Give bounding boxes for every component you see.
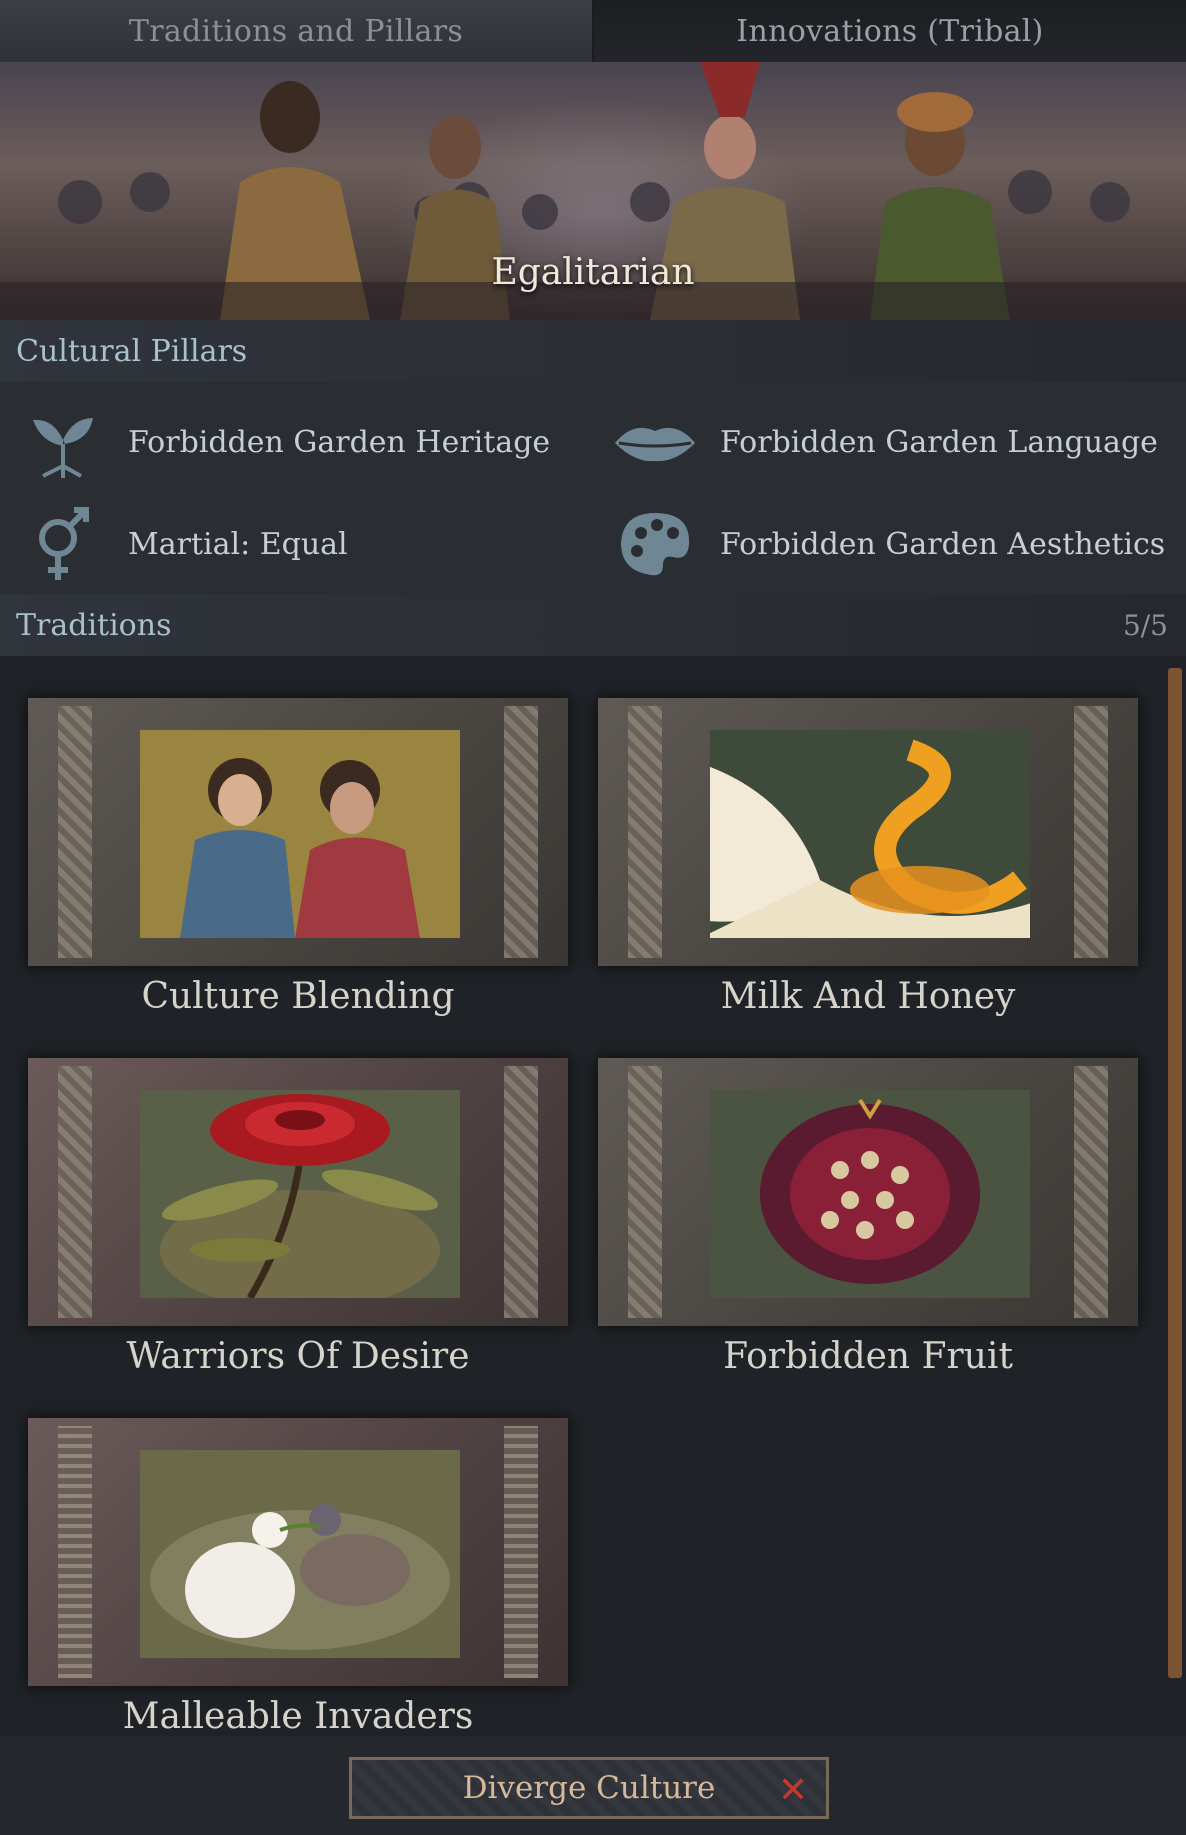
pillar-aesthetics[interactable]: Forbidden Garden Aesthetics [610, 504, 1165, 584]
diverge-culture-button[interactable]: Diverge Culture ✕ [349, 1757, 829, 1819]
traditions-grid[interactable]: Culture Blending Milk And Honey Warriors… [0, 656, 1186, 1736]
close-x-icon: ✕ [777, 1770, 808, 1811]
malleable-invaders-art [140, 1450, 460, 1658]
pillar-martial-label: Martial: Equal [128, 526, 348, 562]
tradition-name: Malleable Invaders [122, 1696, 474, 1736]
traditions-count: 5/5 [1122, 608, 1168, 642]
pillar-martial[interactable]: Martial: Equal [18, 504, 348, 584]
pillar-language-label: Forbidden Garden Language [720, 424, 1158, 460]
pillars-list: Forbidden Garden Heritage Forbidden Gard… [0, 382, 1186, 594]
pillar-heritage-label: Forbidden Garden Heritage [128, 424, 551, 460]
gender-symbol-icon [18, 504, 108, 584]
lips-icon [610, 402, 700, 482]
pillar-aesthetics-label: Forbidden Garden Aesthetics [720, 526, 1166, 562]
tradition-card-malleable-invaders[interactable]: Malleable Invaders [28, 1418, 568, 1736]
tab-traditions-and-pillars[interactable]: Traditions and Pillars [0, 0, 594, 62]
traditions-title: Traditions [16, 607, 172, 643]
milk-and-honey-art [710, 730, 1030, 938]
bottom-bar: Diverge Culture ✕ [0, 1736, 1186, 1835]
pillar-heritage[interactable]: Forbidden Garden Heritage [18, 402, 550, 482]
traditions-scrollbar[interactable] [1168, 668, 1182, 1678]
cultural-pillars-title: Cultural Pillars [16, 333, 248, 369]
culture-blending-art [140, 730, 460, 938]
pillar-language[interactable]: Forbidden Garden Language [610, 402, 1158, 482]
tradition-card-culture-blending[interactable]: Culture Blending [28, 698, 568, 1048]
tradition-name: Milk And Honey [720, 976, 1016, 1017]
palette-icon [610, 504, 700, 584]
heritage-sprout-icon [18, 402, 108, 482]
tradition-card-warriors-of-desire[interactable]: Warriors Of Desire [28, 1058, 568, 1408]
forbidden-fruit-art [710, 1090, 1030, 1298]
tab-innovations[interactable]: Innovations (Tribal) [594, 0, 1186, 62]
traditions-header: Traditions 5/5 [0, 594, 1186, 656]
tab-bar: Traditions and Pillars Innovations (Trib… [0, 0, 1186, 62]
warriors-of-desire-art [140, 1090, 460, 1298]
ethos-banner: Egalitarian [0, 62, 1186, 320]
tradition-card-forbidden-fruit[interactable]: Forbidden Fruit [598, 1058, 1138, 1408]
ethos-title: Egalitarian [491, 252, 695, 293]
diverge-culture-label: Diverge Culture [462, 1770, 716, 1806]
tradition-name: Warriors Of Desire [126, 1336, 470, 1377]
tradition-name: Forbidden Fruit [723, 1336, 1013, 1377]
tradition-card-milk-and-honey[interactable]: Milk And Honey [598, 698, 1138, 1048]
cultural-pillars-header: Cultural Pillars [0, 320, 1186, 382]
tradition-name: Culture Blending [141, 976, 455, 1017]
